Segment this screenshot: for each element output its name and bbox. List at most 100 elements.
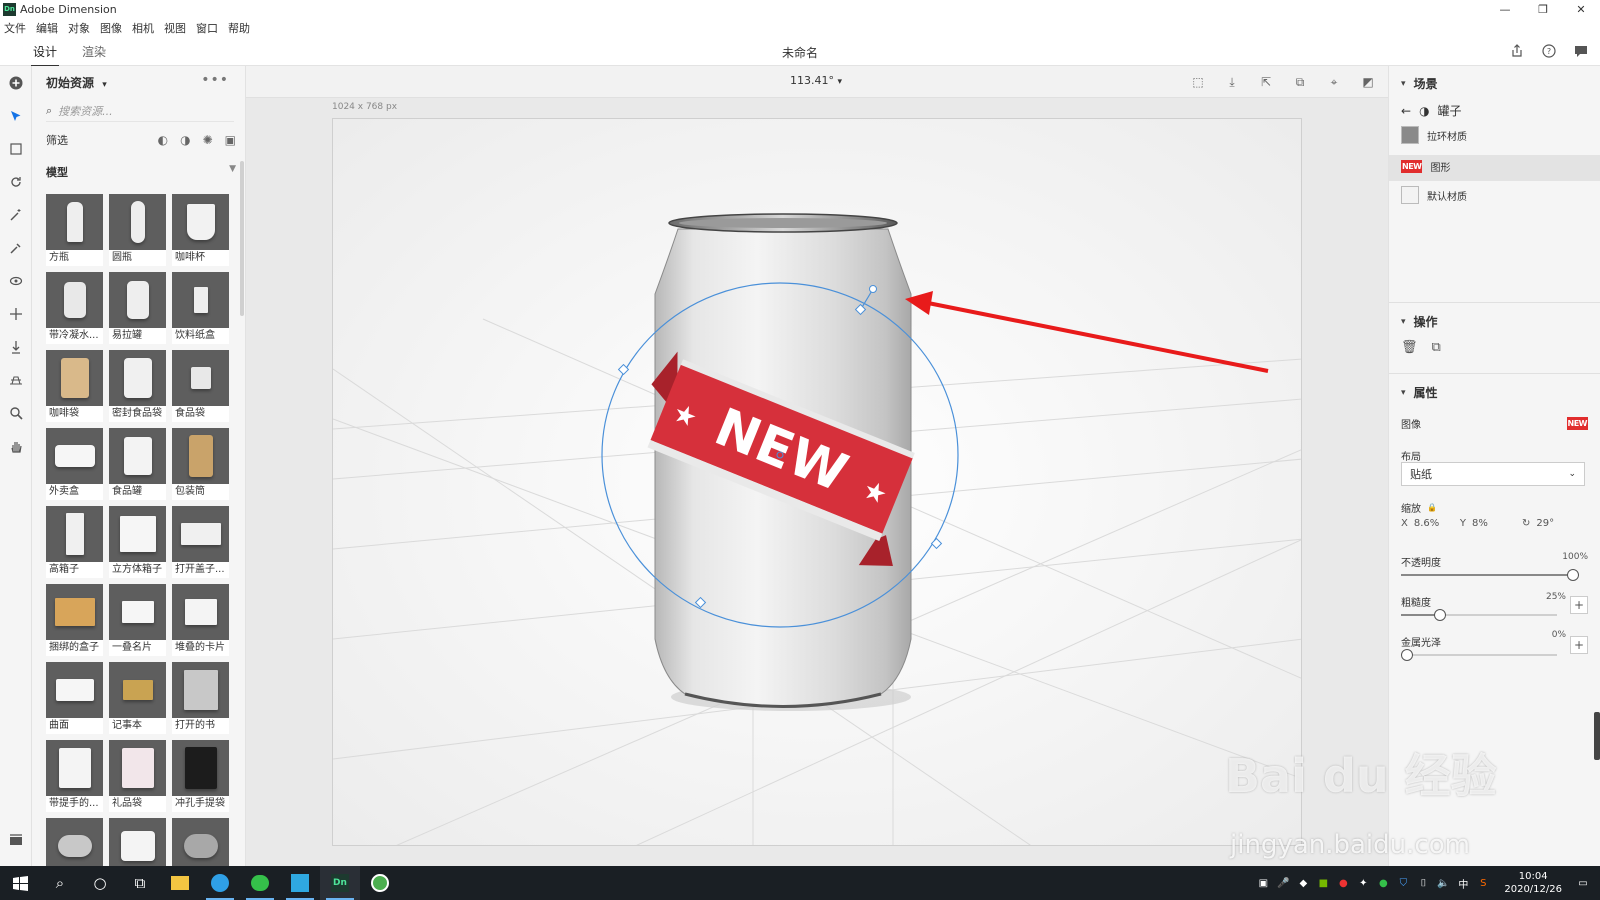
asset-item[interactable]: 捆绑的盒子 <box>46 584 103 656</box>
menu-image[interactable]: 图像 <box>100 20 122 36</box>
filter-images-icon[interactable]: ▣ <box>225 133 236 147</box>
asset-item[interactable]: 易拉罐 <box>109 272 166 344</box>
edit-image-icon[interactable]: ⧉ <box>1432 340 1441 355</box>
close-button[interactable]: ✕ <box>1562 0 1600 18</box>
select-tool-icon[interactable] <box>0 99 32 132</box>
fit-selection-icon[interactable]: ⬚ <box>1188 72 1208 92</box>
menu-window[interactable]: 窗口 <box>196 20 218 36</box>
edge-browser-icon[interactable] <box>200 866 240 900</box>
move-tool-icon[interactable] <box>0 132 32 165</box>
tray-shield-icon[interactable]: ◆ <box>1296 876 1310 890</box>
y-scale-input[interactable]: 8% <box>1472 518 1522 529</box>
transform-pivot-icon[interactable]: ⌖ <box>1324 72 1344 92</box>
asset-item[interactable]: 记事本 <box>109 662 166 734</box>
more-options-icon[interactable]: ••• <box>201 72 229 88</box>
asset-item[interactable]: 打开的书 <box>172 662 229 734</box>
assets-scrollbar[interactable] <box>240 161 244 316</box>
asset-item[interactable]: 外卖盒 <box>46 428 103 500</box>
asset-item[interactable]: 堆叠的卡片 <box>172 584 229 656</box>
zoom-dropdown[interactable]: 113.41° ▾ <box>790 74 842 87</box>
nvidia-icon[interactable]: ■ <box>1316 876 1330 890</box>
microphone-icon[interactable]: 🎤 <box>1276 876 1290 890</box>
orbit-camera-icon[interactable] <box>0 264 32 297</box>
wechat-tray-icon[interactable]: ● <box>1376 876 1390 890</box>
share-icon[interactable] <box>1508 42 1526 60</box>
layout-dropdown[interactable]: 贴纸 ⌄ <box>1401 462 1585 486</box>
asset-item[interactable]: 立方体箱子 <box>109 506 166 578</box>
cortana-icon[interactable]: ○ <box>80 866 120 900</box>
asset-item[interactable]: 饮料纸盒 <box>172 272 229 344</box>
menu-object[interactable]: 对象 <box>68 20 90 36</box>
metallic-slider[interactable] <box>1401 649 1557 661</box>
filter-materials-icon[interactable]: ◑ <box>180 133 190 147</box>
slider-knob[interactable] <box>1567 569 1579 581</box>
asset-item[interactable]: 咖啡袋 <box>46 350 103 422</box>
panel-toggle-icon[interactable] <box>0 823 32 856</box>
group-object-icon[interactable]: ⧉ <box>1290 72 1310 92</box>
roughness-plus-button[interactable]: + <box>1570 596 1588 614</box>
search-icon[interactable]: ⌕ <box>40 866 80 900</box>
scene-section-header[interactable]: ▾ 场景 <box>1401 75 1438 92</box>
panel-resize-handle[interactable] <box>1594 712 1600 760</box>
restore-button[interactable]: ❐ <box>1524 0 1562 18</box>
asset-item[interactable]: 方瓶 <box>46 194 103 266</box>
lock-icon[interactable]: 🔒 <box>1427 503 1437 512</box>
minimize-button[interactable]: — <box>1486 0 1524 18</box>
asset-item[interactable]: 圆瓶 <box>109 194 166 266</box>
x-scale-input[interactable]: 8.6% <box>1414 518 1460 529</box>
slider-knob[interactable] <box>1401 649 1413 661</box>
models-section-header[interactable]: 模型 ▼ <box>46 164 236 180</box>
asset-item[interactable]: 冲孔手提袋 <box>172 740 229 812</box>
layer-item-tab-material[interactable]: 拉环材质 <box>1401 126 1588 144</box>
asset-item[interactable]: 礼品袋 <box>109 740 166 812</box>
asset-search-input[interactable]: ⌕ 搜索资源... <box>46 100 234 122</box>
assets-source-dropdown[interactable]: 初始资源 ▾ <box>46 74 107 91</box>
asset-item[interactable]: 一叠名片 <box>109 584 166 656</box>
drop-to-ground-icon[interactable]: ⤓ <box>1222 72 1242 92</box>
asset-item[interactable]: 带提手的... <box>46 740 103 812</box>
eyedropper-icon[interactable] <box>0 231 32 264</box>
tray-record-icon[interactable]: ● <box>1336 876 1350 890</box>
feedback-icon[interactable] <box>1572 42 1590 60</box>
menu-help[interactable]: 帮助 <box>228 20 250 36</box>
menu-file[interactable]: 文件 <box>4 20 26 36</box>
render-preview-icon[interactable]: ◩ <box>1358 72 1378 92</box>
layer-item-default-material[interactable]: 默认材质 <box>1401 186 1588 204</box>
rotation-input[interactable]: 29° <box>1536 518 1554 529</box>
3d-viewport[interactable]: NEW ★ ★ <box>332 118 1302 846</box>
asset-item[interactable]: 高箱子 <box>46 506 103 578</box>
soda-can-model[interactable]: NEW ★ ★ <box>618 213 937 708</box>
network-icon[interactable]: ⌷ <box>1416 876 1430 890</box>
filter-lights-icon[interactable]: ✺ <box>203 133 213 147</box>
layer-item-graphic[interactable]: NEW 图形 <box>1401 159 1588 174</box>
add-icon[interactable] <box>0 66 32 99</box>
asset-item[interactable]: 咖啡杯 <box>172 194 229 266</box>
dimension-taskbar-icon[interactable]: Dn <box>320 866 360 900</box>
menu-view[interactable]: 视图 <box>164 20 186 36</box>
sogou-icon[interactable]: S <box>1476 876 1490 890</box>
opacity-slider[interactable] <box>1401 569 1579 581</box>
security-icon[interactable]: ⛉ <box>1396 876 1410 890</box>
tray-tool-icon[interactable]: ✦ <box>1356 876 1370 890</box>
zoom-tool-icon[interactable] <box>0 396 32 429</box>
windows-start-icon[interactable] <box>0 866 40 900</box>
clock[interactable]: 10:04 2020/12/26 <box>1504 870 1562 896</box>
app-window-icon[interactable] <box>280 866 320 900</box>
menu-edit[interactable]: 编辑 <box>36 20 58 36</box>
slider-knob[interactable] <box>1434 609 1446 621</box>
asset-item[interactable]: 包装筒 <box>172 428 229 500</box>
dolly-camera-icon[interactable] <box>0 330 32 363</box>
asset-item[interactable]: 食品袋 <box>172 350 229 422</box>
help-icon[interactable]: ? <box>1540 42 1558 60</box>
volume-icon[interactable]: 🔈 <box>1436 876 1450 890</box>
wechat-icon[interactable] <box>240 866 280 900</box>
back-arrow-icon[interactable]: ← <box>1401 104 1411 118</box>
notification-icon[interactable]: ▭ <box>1576 876 1590 890</box>
align-object-icon[interactable]: ⇱ <box>1256 72 1276 92</box>
filter-models-icon[interactable]: ◐ <box>158 133 168 147</box>
actions-section-header[interactable]: ▾ 操作 <box>1401 313 1438 330</box>
file-explorer-icon[interactable] <box>160 866 200 900</box>
image-thumbnail-button[interactable]: NEW <box>1566 417 1588 430</box>
tray-app-icon[interactable]: ▣ <box>1256 876 1270 890</box>
roughness-slider[interactable] <box>1401 609 1557 621</box>
